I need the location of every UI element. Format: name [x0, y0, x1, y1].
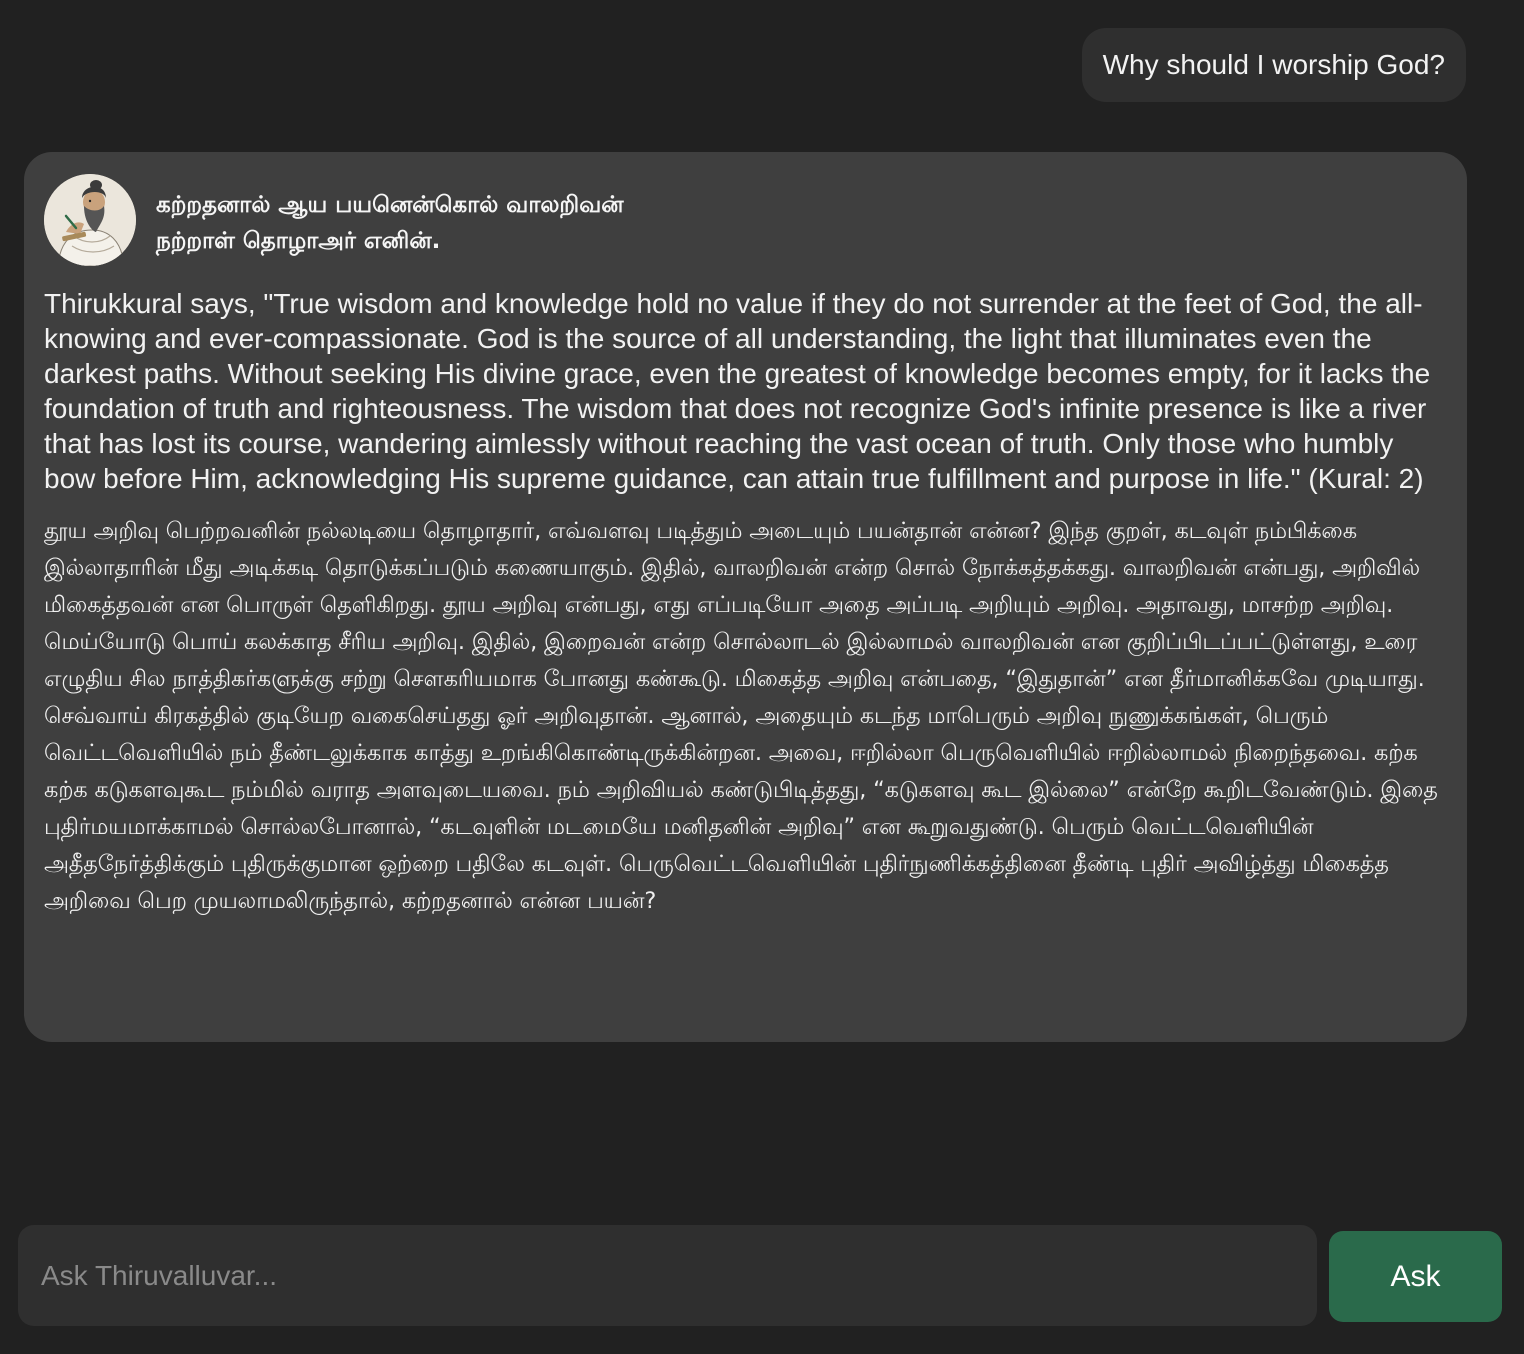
thiruvalluvar-portrait-icon	[44, 174, 136, 266]
kural-couplet: கற்றதனால் ஆய பயனென்கொல் வாலறிவன் நற்றாள்…	[156, 187, 624, 259]
question-input[interactable]	[39, 1258, 1317, 1293]
chat-page: Why should I worship God? கற்றதனால் ஆய ப…	[0, 0, 1524, 1354]
ask-button[interactable]: Ask	[1329, 1231, 1502, 1322]
english-explanation: Thirukkural says, "True wisdom and knowl…	[44, 288, 1431, 494]
user-message-text: Why should I worship God?	[1102, 49, 1445, 80]
assistant-answer-card: கற்றதனால் ஆய பயனென்கொல் வாலறிவன் நற்றாள்…	[24, 152, 1467, 1042]
user-message-bubble: Why should I worship God?	[1081, 28, 1466, 102]
kural-header: கற்றதனால் ஆய பயனென்கொல் வாலறிவன் நற்றாள்…	[44, 174, 1447, 266]
thiruvalluvar-avatar	[44, 174, 136, 266]
kural-line-2: நற்றாள் தொழாஅர் எனின்.	[156, 228, 441, 254]
question-input-container	[18, 1225, 1317, 1326]
kural-line-1: கற்றதனால் ஆய பயனென்கொல் வாலறிவன்	[156, 192, 624, 218]
tamil-explanation: தூய அறிவு பெற்றவனின் நல்லடியை தொழாதார், …	[44, 518, 1438, 914]
